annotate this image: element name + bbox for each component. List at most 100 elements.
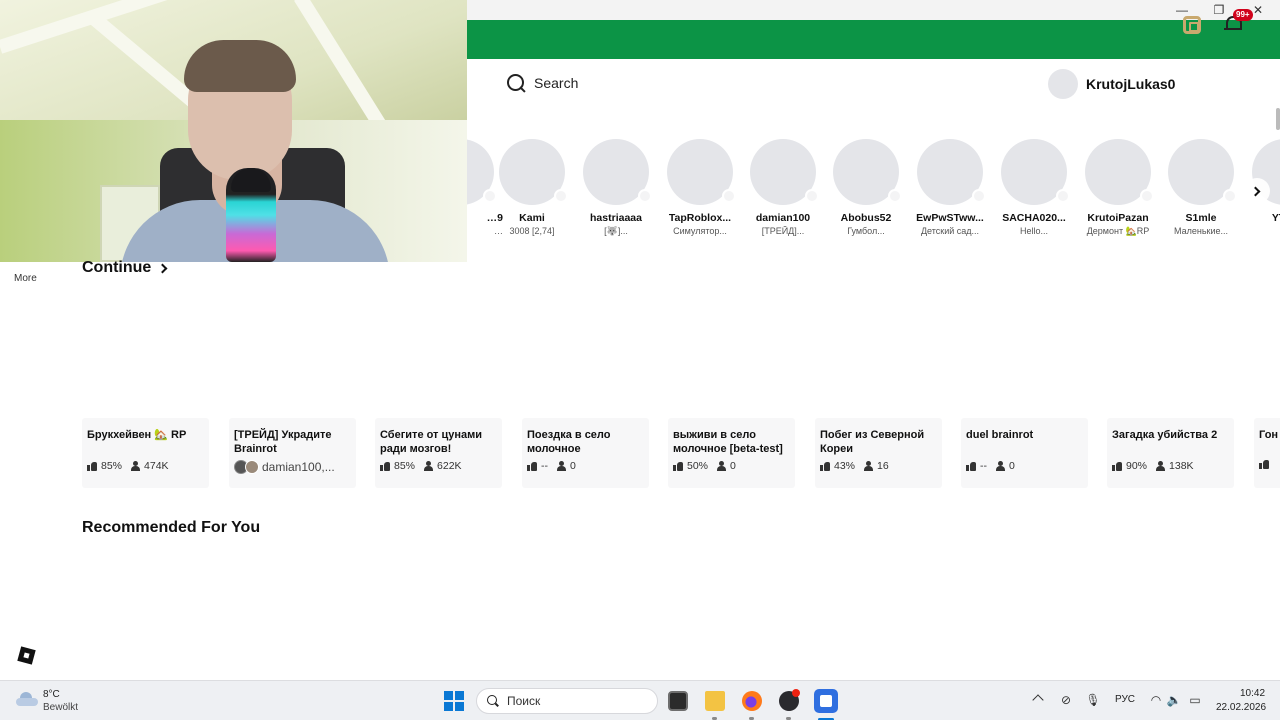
game-rating: 85% [394, 460, 416, 472]
game-card[interactable]: Сбегите от цунами ради мозгов! 85% 622K [375, 418, 502, 488]
friend-item[interactable]: TapRoblox... Симулятор... [658, 139, 742, 236]
start-tile [455, 691, 464, 700]
friend-status: Hello... [1019, 226, 1048, 236]
game-title: Брукхейвен 🏡 RP [87, 429, 187, 441]
clock-time[interactable]: 10:42 [1240, 688, 1265, 699]
weather-description[interactable]: Bewölkt [43, 702, 78, 713]
taskbar-search-placeholder: Поиск [507, 694, 541, 708]
user-profile-button[interactable]: KrutojLukas0 [1048, 69, 1175, 99]
friend-avatar [1001, 139, 1070, 205]
cloud-icon[interactable] [16, 692, 38, 706]
friend-avatar [583, 139, 652, 205]
game-stats: 90% 138K [1112, 460, 1229, 472]
game-card[interactable]: [ТРЕЙД] Украдите Brainrot damian100,... [229, 418, 356, 488]
game-rating: 90% [1126, 460, 1148, 472]
friend-item[interactable]: damian100 [ТРЕЙД]... [741, 139, 825, 236]
game-stats: 85% 474K [87, 460, 204, 472]
friend-item[interactable]: EwPwSTww... Детский сад... [908, 139, 992, 236]
scrollbar-thumb[interactable] [1276, 108, 1280, 130]
friend-item[interactable]: Kami 3008 [2,74] [490, 139, 574, 236]
thumbs-up-icon [527, 461, 537, 471]
friend-status: Маленькие... [1174, 226, 1228, 236]
start-tile [444, 702, 453, 711]
friend-name: KrutoiPazan [1087, 212, 1149, 224]
search-icon [487, 695, 499, 707]
robux-icon[interactable] [1183, 16, 1201, 34]
windows-start-icon[interactable] [444, 691, 464, 711]
game-card[interactable]: Брукхейвен 🏡 RP 85% 474K [82, 418, 209, 488]
file-explorer-icon[interactable] [705, 691, 725, 711]
game-title: выживи в село молочное [beta-test] [673, 429, 783, 455]
recommended-section-title[interactable]: Recommended For You [82, 519, 260, 537]
friend-name: damian100 [755, 212, 811, 224]
game-card[interactable]: Побег из Северной Кореи 43% 16 [815, 418, 942, 488]
friend-name: hastriaaaa [590, 212, 642, 224]
game-title: Побег из Северной Кореи [820, 429, 925, 455]
game-card[interactable]: duel brainrot -- 0 [961, 418, 1088, 488]
game-rating: 43% [834, 460, 856, 472]
volume-icon[interactable]: 🔈 [1167, 693, 1182, 707]
roblox-logo-icon[interactable] [17, 646, 36, 665]
game-title: duel brainrot [966, 429, 1034, 441]
search-button[interactable]: Search [506, 72, 578, 94]
friend-item[interactable]: Abobus52 Гумбол... [824, 139, 908, 236]
friend-avatar [667, 139, 736, 205]
game-stats: -- 0 [966, 460, 1083, 472]
friend-item[interactable]: hastriaaaa [🐺]... [574, 139, 658, 237]
game-card[interactable]: выживи в село молочное [beta-test] 50% 0 [668, 418, 795, 488]
game-stats: 85% 622K [380, 460, 497, 472]
notification-badge: 99+ [1233, 9, 1253, 21]
search-label: Search [534, 75, 579, 91]
player-icon [717, 461, 727, 471]
player-icon [996, 461, 1005, 471]
friend-status: Детский сад... [920, 226, 980, 236]
continue-section-title[interactable]: Continue [82, 259, 168, 277]
player-icon [424, 461, 434, 471]
game-players: 622K [437, 460, 462, 472]
game-card[interactable]: Поездка в село молочное -- 0 [522, 418, 649, 488]
presence-dot [1140, 189, 1154, 203]
taskbar-search-box[interactable]: Поиск [476, 688, 658, 714]
game-players: 474K [144, 460, 169, 472]
presence-dot [1223, 189, 1237, 203]
player-icon [1156, 461, 1166, 471]
friend-item[interactable]: S1mle Маленькие... [1159, 139, 1243, 236]
game-card[interactable]: Загадка убийства 2 90% 138K [1107, 418, 1234, 488]
start-tile [455, 702, 464, 711]
input-language[interactable]: РУС [1115, 694, 1135, 705]
friend-status: Дермонт 🏡RP [1086, 226, 1150, 236]
friend-item[interactable]: KrutoiPazan Дермонт 🏡RP [1076, 139, 1160, 237]
game-rating: -- [541, 460, 548, 472]
clock-date[interactable]: 22.02.2026 [1216, 702, 1266, 713]
thumbs-up-icon [1259, 460, 1269, 469]
chevron-up-icon[interactable] [1032, 694, 1044, 706]
presence-dot [972, 189, 986, 203]
microphone-icon[interactable]: 🎙 [1085, 693, 1100, 707]
game-players: 16 [877, 460, 889, 472]
avatar [1048, 69, 1078, 99]
game-card[interactable]: Гон гор [1254, 418, 1280, 488]
thumbs-up-icon [87, 461, 97, 471]
weather-temperature[interactable]: 8°C [43, 689, 60, 700]
terminal-app-icon[interactable] [668, 691, 688, 711]
game-rating: 85% [101, 460, 123, 472]
friend-name: Kami [519, 212, 545, 224]
game-stats: 43% 16 [820, 460, 937, 472]
friend-status: Гумбол... [847, 226, 885, 236]
camera-off-icon[interactable]: ⊘ [1059, 693, 1073, 707]
nav-more[interactable]: More [14, 273, 37, 284]
recording-indicator-icon [792, 689, 800, 697]
thumbs-up-icon [820, 461, 830, 471]
webcam-person [184, 40, 296, 92]
presence-dot [888, 189, 902, 203]
battery-icon[interactable]: ▭ [1188, 693, 1202, 707]
friend-item[interactable]: SACHA020... Hello... [992, 139, 1076, 236]
firefox-icon[interactable] [742, 691, 762, 711]
player-icon [557, 461, 566, 471]
friend-status: [🐺]... [604, 226, 628, 236]
wifi-icon[interactable]: ◠ [1149, 693, 1163, 707]
search-icon [506, 73, 526, 93]
friends-next-button[interactable] [1244, 178, 1270, 204]
roblox-app-icon[interactable] [814, 689, 838, 713]
chevron-right-icon [1250, 186, 1261, 196]
